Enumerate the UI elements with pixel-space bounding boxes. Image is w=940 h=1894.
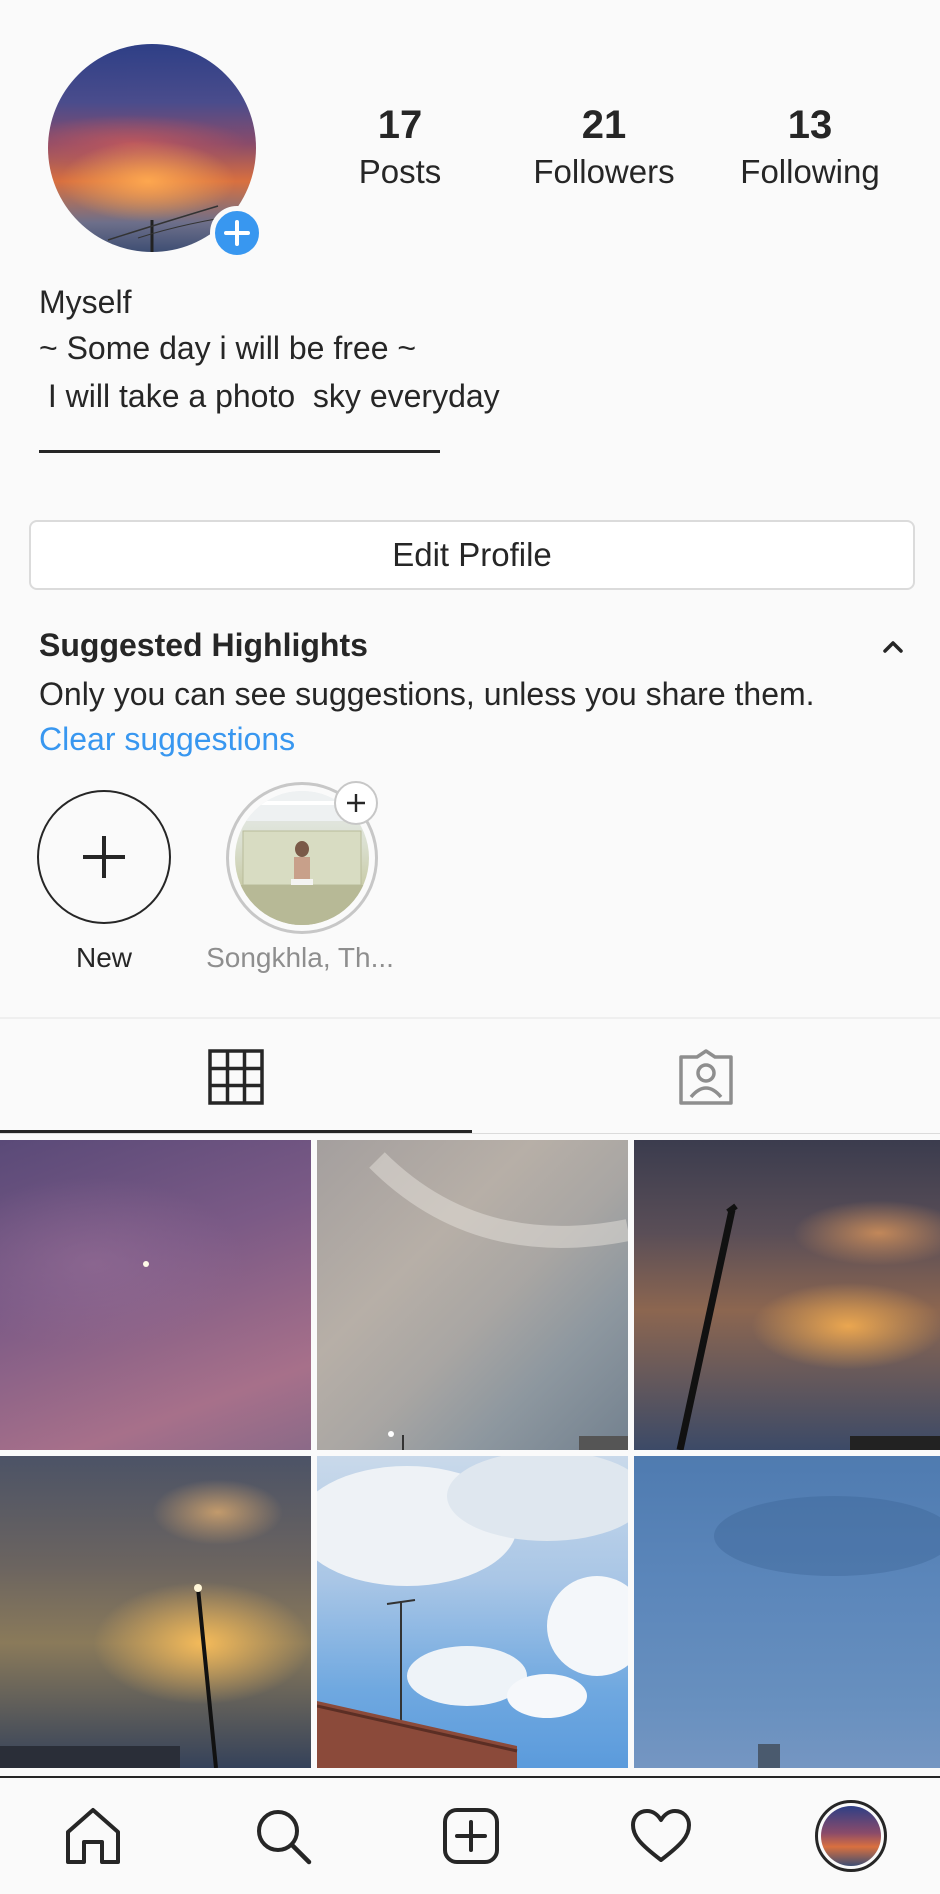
suggested-highlights-title: Suggested Highlights — [39, 627, 368, 663]
profile-avatar-icon — [815, 1800, 887, 1872]
posts-count[interactable]: 17 Posts — [310, 100, 490, 194]
nav-new-post[interactable] — [406, 1778, 536, 1894]
add-highlight-button[interactable] — [334, 781, 378, 825]
bio-divider — [39, 450, 440, 453]
highlight-label: Songkhla, Th... — [206, 942, 394, 973]
following-count-value: 13 — [787, 103, 833, 147]
plus-icon — [347, 794, 365, 812]
add-story-button[interactable] — [210, 206, 264, 260]
following-count-label: Following — [740, 153, 880, 190]
nav-avatar-photo — [821, 1806, 881, 1866]
plus-icon — [83, 836, 125, 878]
post-tile[interactable] — [634, 1456, 940, 1768]
collapse-suggestions-button[interactable] — [876, 630, 910, 664]
search-icon — [257, 1810, 312, 1865]
posts-count-label: Posts — [358, 153, 442, 190]
nav-search[interactable] — [218, 1778, 348, 1894]
posts-count-value: 17 — [377, 103, 423, 147]
post-tile[interactable] — [634, 1140, 940, 1450]
tagged-person-icon — [679, 1049, 733, 1105]
clear-suggestions-link[interactable]: Clear suggestions — [39, 719, 295, 759]
profile-name: Myself — [39, 284, 132, 320]
plus-icon — [224, 220, 250, 246]
tab-tagged[interactable] — [472, 1020, 940, 1134]
post-tile[interactable] — [0, 1456, 311, 1768]
bottom-navigation — [0, 1776, 940, 1894]
edit-profile-button[interactable]: Edit Profile — [29, 520, 915, 590]
following-count[interactable]: 13 Following — [720, 100, 900, 194]
followers-count-value: 21 — [581, 103, 627, 147]
home-icon — [66, 1808, 120, 1864]
followers-count-label: Followers — [533, 153, 675, 190]
divider — [0, 1133, 940, 1134]
post-tile[interactable] — [0, 1140, 311, 1450]
divider — [0, 1017, 940, 1019]
post-tile[interactable] — [317, 1456, 628, 1768]
nav-home[interactable] — [28, 1778, 158, 1894]
new-highlight-button[interactable] — [37, 790, 171, 924]
nav-activity[interactable] — [596, 1778, 726, 1894]
tab-grid[interactable] — [0, 1020, 472, 1134]
suggested-highlights-description: Only you can see suggestions, unless you… — [39, 676, 815, 712]
grid-icon — [208, 1049, 264, 1105]
bio-line: I will take a photo sky everyday — [39, 378, 500, 414]
new-highlight-label: New — [75, 942, 132, 973]
post-tile[interactable] — [317, 1140, 628, 1450]
followers-count[interactable]: 21 Followers — [514, 100, 694, 194]
chevron-up-icon — [883, 641, 903, 653]
nav-profile[interactable] — [786, 1778, 916, 1894]
heart-icon — [631, 1809, 691, 1862]
add-post-icon — [443, 1808, 499, 1864]
bio-line: ~ Some day i will be free ~ — [39, 330, 417, 366]
